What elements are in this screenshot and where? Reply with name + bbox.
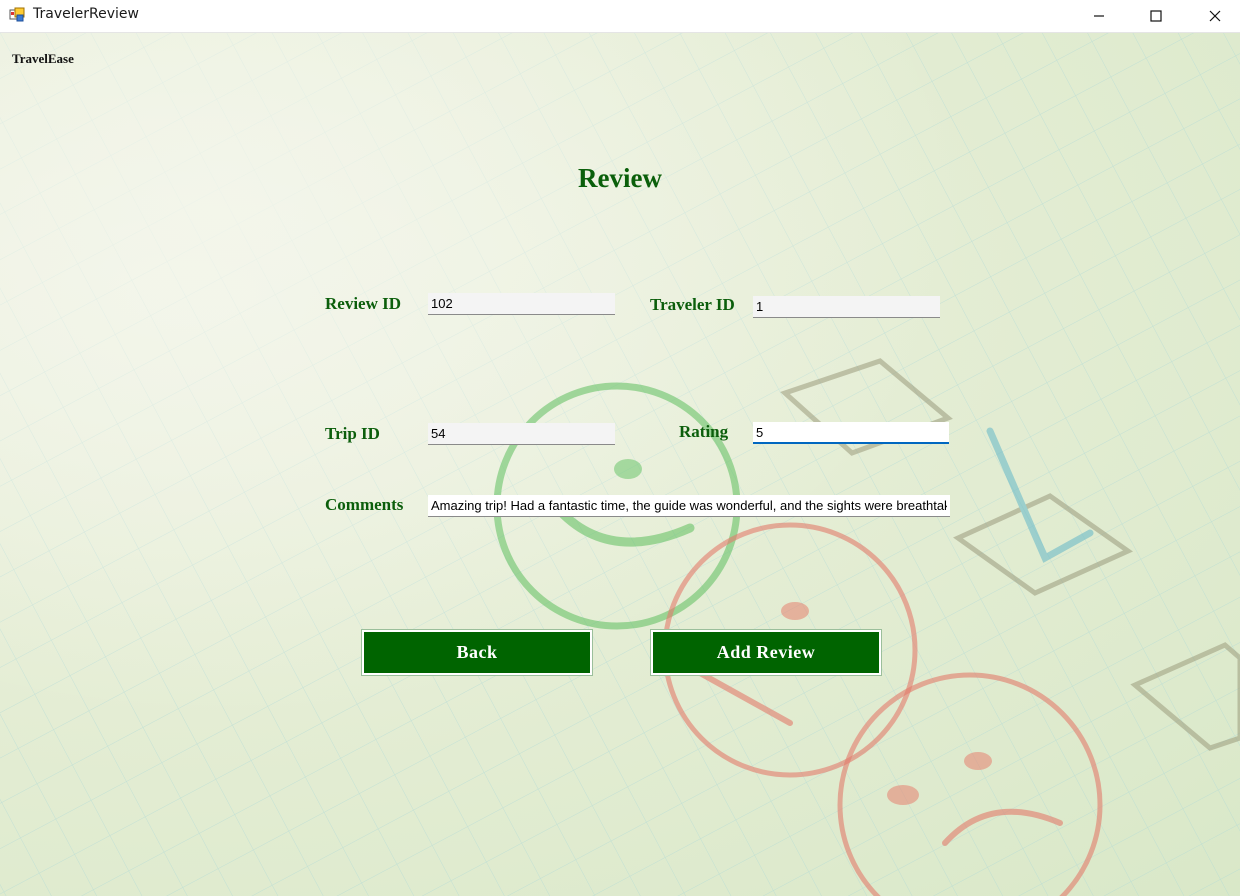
rating-input[interactable]: [753, 422, 949, 444]
comments-input[interactable]: [428, 495, 950, 517]
traveler-id-input[interactable]: [753, 296, 940, 318]
window-title: TravelerReview: [33, 6, 139, 22]
review-id-label: Review ID: [325, 294, 402, 313]
app-form-icon: [9, 7, 25, 22]
back-button[interactable]: Back: [361, 629, 593, 676]
rating-label: Rating: [679, 422, 729, 441]
window-titlebar: TravelerReview: [0, 0, 1240, 33]
comments-label: Comments: [325, 495, 404, 514]
maximize-button[interactable]: [1133, 0, 1179, 32]
trip-id-input[interactable]: [428, 423, 615, 445]
minimize-button[interactable]: [1076, 0, 1122, 32]
page-title: Review: [578, 163, 662, 193]
maximize-icon: [1150, 10, 1162, 22]
close-button[interactable]: [1192, 0, 1238, 32]
trip-id-label: Trip ID: [325, 424, 380, 443]
traveler-id-label: Traveler ID: [650, 295, 735, 314]
form-client-area: TravelEase Review Review ID Traveler ID …: [0, 33, 1240, 896]
close-icon: [1209, 10, 1221, 22]
review-id-input[interactable]: [428, 293, 615, 315]
brand-name: TravelEase: [12, 51, 74, 66]
minimize-icon: [1094, 15, 1104, 17]
add-review-button[interactable]: Add Review: [650, 629, 882, 676]
